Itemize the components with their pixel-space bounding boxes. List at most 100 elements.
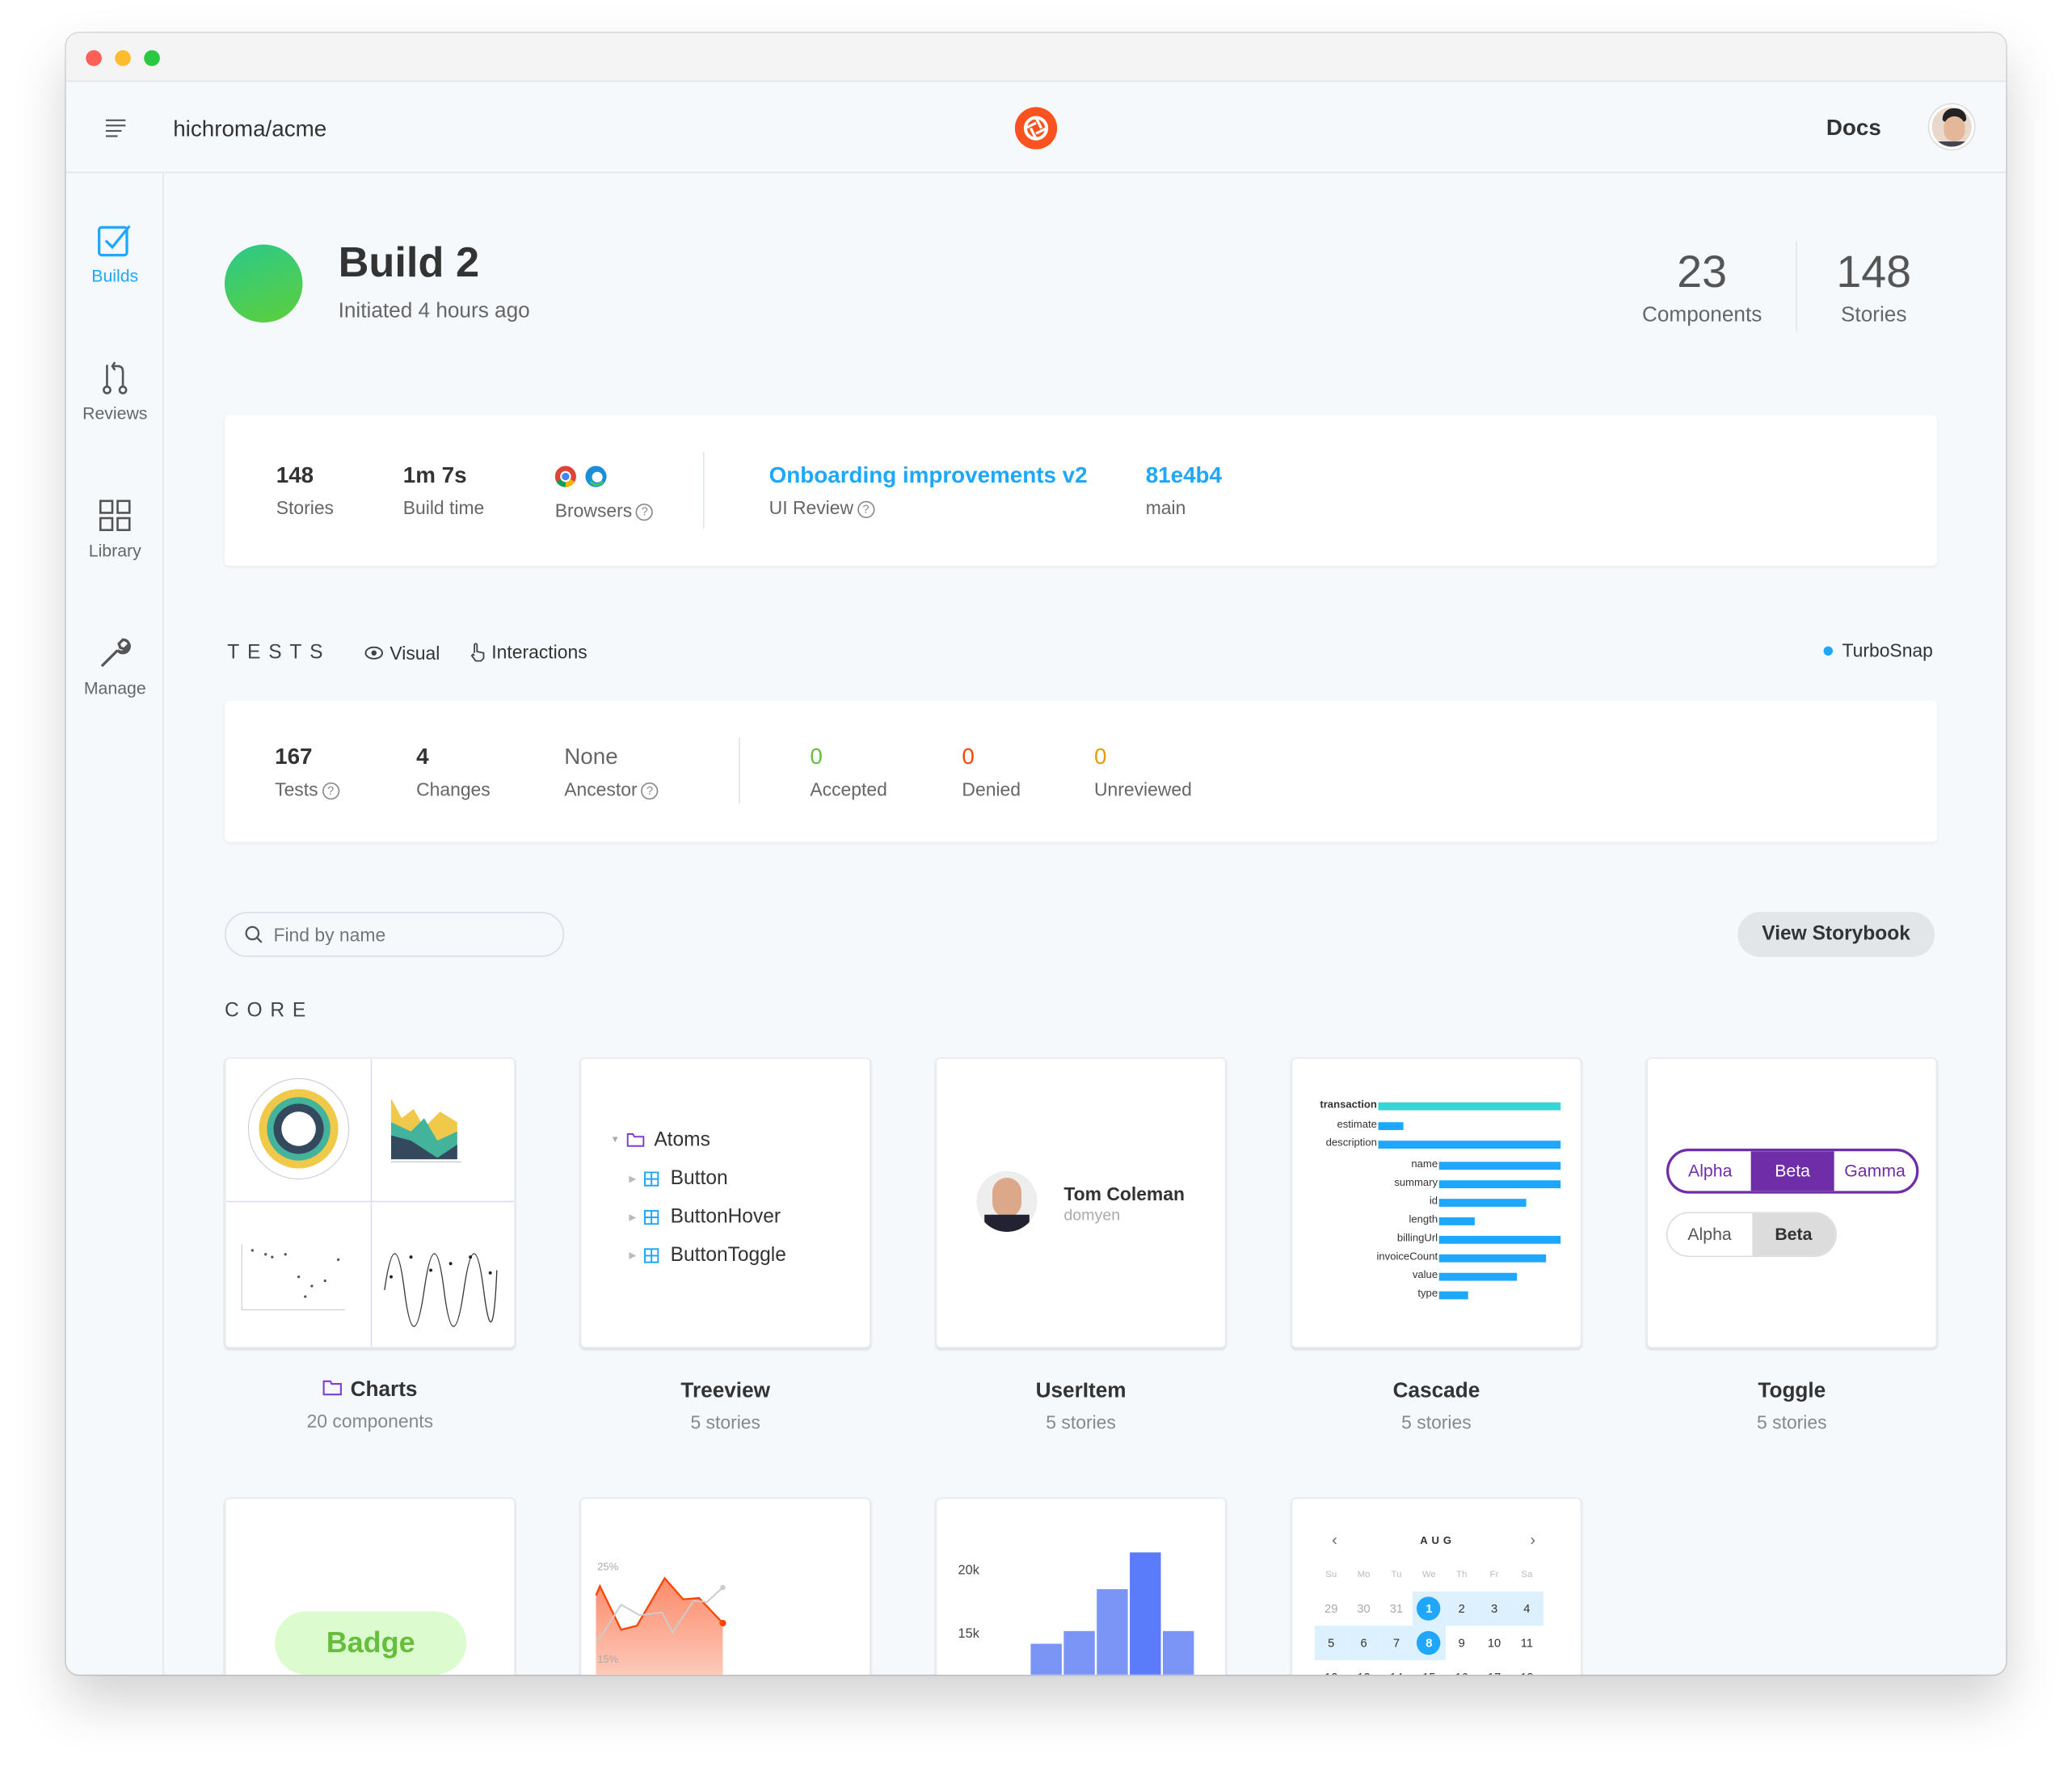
menu-icon[interactable] bbox=[105, 119, 127, 137]
divider bbox=[739, 737, 740, 804]
tree-item-buttontoggle[interactable]: ▶ ButtonToggle bbox=[610, 1236, 786, 1274]
sidebar-item-builds[interactable]: Builds bbox=[66, 223, 164, 285]
ui-review-link[interactable]: Onboarding improvements v2 bbox=[769, 462, 1088, 489]
user-name: Tom Coleman bbox=[1063, 1183, 1186, 1204]
badge: Badge bbox=[275, 1611, 467, 1675]
calendar-day[interactable]: 13 bbox=[1347, 1660, 1379, 1675]
calendar-day[interactable]: 9 bbox=[1446, 1626, 1478, 1660]
bar bbox=[1030, 1643, 1062, 1675]
branch-label: main bbox=[1145, 496, 1186, 518]
component-title[interactable]: Treeview bbox=[580, 1380, 871, 1403]
repo-name[interactable]: hichroma/acme bbox=[173, 116, 326, 143]
divider bbox=[1796, 242, 1797, 332]
component-caption: Charts 20 components bbox=[225, 1379, 516, 1432]
calendar-day[interactable]: 6 bbox=[1347, 1626, 1380, 1660]
toggle-option-alpha[interactable]: Alpha bbox=[1668, 1213, 1752, 1255]
browser-window: hichroma/acme Docs Builds Reviews Librar… bbox=[65, 32, 2007, 1675]
tree-item-atoms[interactable]: ▼ Atoms bbox=[610, 1121, 785, 1159]
build-time-label: Build time bbox=[402, 496, 485, 518]
component-card-badge[interactable]: Badge bbox=[224, 1497, 516, 1675]
component-subtitle: 5 stories bbox=[1401, 1411, 1472, 1433]
help-icon[interactable]: ? bbox=[322, 782, 339, 800]
component-title[interactable]: UserItem bbox=[936, 1380, 1227, 1403]
help-icon[interactable]: ? bbox=[857, 500, 875, 518]
calendar-day[interactable]: 2 bbox=[1445, 1591, 1478, 1626]
toggle-option-beta[interactable]: Beta bbox=[1751, 1213, 1836, 1256]
component-card-barchart[interactable]: 20k 15k bbox=[935, 1497, 1227, 1675]
calendar-day[interactable]: 10 bbox=[1478, 1626, 1510, 1660]
component-card-areachart[interactable]: 25% 15% bbox=[579, 1497, 871, 1675]
component-title[interactable]: Toggle bbox=[1646, 1380, 1937, 1403]
view-storybook-button[interactable]: View Storybook bbox=[1737, 912, 1935, 957]
maximize-window-button[interactable] bbox=[144, 50, 160, 66]
component-title[interactable]: Charts bbox=[351, 1379, 418, 1402]
component-card-toggle[interactable]: Alpha Beta Gamma Alpha Beta bbox=[1646, 1057, 1938, 1348]
day-label: 10 bbox=[1487, 1636, 1501, 1650]
weekday-label: Th bbox=[1455, 1569, 1468, 1579]
component-card-calendar[interactable]: ‹ AUG › Su Mo Tu We Th Fr Sa 29 30 31 1 2 3 4 5 6 7 8 9 10 1… bbox=[1291, 1497, 1582, 1675]
toggle-option-beta[interactable]: Beta bbox=[1751, 1151, 1834, 1191]
turbosnap-indicator[interactable]: TurboSnap bbox=[1823, 639, 1933, 661]
day-label: 18 bbox=[1520, 1671, 1533, 1675]
search-input[interactable] bbox=[224, 912, 565, 957]
calendar-day[interactable]: 17 bbox=[1478, 1660, 1510, 1675]
tree-item-label: Atoms bbox=[654, 1128, 710, 1152]
folder-icon bbox=[322, 1380, 343, 1396]
help-icon[interactable]: ? bbox=[641, 782, 659, 800]
grid-icon bbox=[99, 500, 131, 532]
toggle-option-alpha[interactable]: Alpha bbox=[1669, 1151, 1751, 1191]
cascade-label: estimate bbox=[1337, 1117, 1377, 1130]
component-icon bbox=[644, 1170, 659, 1186]
component-card-treeview[interactable]: ▼ Atoms ▶ Button ▶ ButtonHover ▶ ButtonToggl… bbox=[579, 1057, 871, 1348]
help-icon[interactable]: ? bbox=[636, 504, 654, 521]
calendar-day[interactable]: 1 bbox=[1413, 1591, 1446, 1626]
sidebar-item-manage[interactable]: Manage bbox=[66, 636, 164, 698]
calendar-day[interactable]: 30 bbox=[1347, 1592, 1379, 1626]
day-label: 11 bbox=[1520, 1636, 1534, 1650]
day-label: 12 bbox=[1324, 1671, 1337, 1675]
chromatic-logo-icon[interactable] bbox=[1014, 107, 1058, 150]
tree-item-buttonhover[interactable]: ▶ ButtonHover bbox=[610, 1197, 785, 1235]
sidebar-item-library[interactable]: Library bbox=[66, 498, 164, 560]
user-avatar[interactable] bbox=[1929, 104, 1974, 150]
calendar-day[interactable]: 14 bbox=[1380, 1660, 1413, 1675]
changes-label: Changes bbox=[416, 778, 491, 800]
sidebar-item-label: Library bbox=[88, 540, 141, 561]
next-month-icon[interactable]: › bbox=[1531, 1531, 1536, 1550]
calendar-day[interactable]: 18 bbox=[1510, 1660, 1543, 1675]
calendar-day[interactable]: 12 bbox=[1315, 1660, 1347, 1675]
calendar-day[interactable]: 11 bbox=[1510, 1626, 1543, 1660]
sidebar-item-reviews[interactable]: Reviews bbox=[66, 361, 164, 423]
calendar-day[interactable]: 29 bbox=[1315, 1592, 1347, 1626]
calendar-day[interactable]: 4 bbox=[1510, 1591, 1543, 1626]
tree-item-label: ButtonHover bbox=[670, 1205, 781, 1229]
calendar-day[interactable]: 8 bbox=[1413, 1626, 1446, 1660]
bar bbox=[1130, 1552, 1161, 1675]
calendar-day[interactable]: 15 bbox=[1413, 1660, 1445, 1675]
calendar-day[interactable]: 16 bbox=[1446, 1660, 1478, 1675]
calendar-day[interactable]: 7 bbox=[1379, 1626, 1413, 1660]
tree-item-button[interactable]: ▶ Button bbox=[610, 1159, 785, 1197]
interactions-tab[interactable]: Interactions bbox=[469, 641, 587, 662]
minimize-window-button[interactable] bbox=[115, 50, 131, 66]
docs-link[interactable]: Docs bbox=[1826, 115, 1881, 141]
visual-tab[interactable]: Visual bbox=[364, 643, 440, 664]
app-header: hichroma/acme Docs bbox=[65, 82, 2007, 174]
search-field[interactable] bbox=[273, 924, 538, 946]
toggle-option-gamma[interactable]: Gamma bbox=[1834, 1151, 1916, 1191]
calendar-day[interactable]: 31 bbox=[1380, 1592, 1413, 1626]
ancestor-value[interactable]: None bbox=[564, 744, 659, 771]
commit-link[interactable]: 81e4b4 bbox=[1146, 462, 1222, 489]
component-title[interactable]: Cascade bbox=[1291, 1380, 1582, 1403]
component-card-charts[interactable] bbox=[224, 1057, 516, 1348]
component-card-useritem[interactable]: Tom Coleman domyen bbox=[935, 1057, 1227, 1348]
calendar-day[interactable]: 5 bbox=[1315, 1626, 1348, 1660]
weekday-label: Sa bbox=[1521, 1569, 1533, 1579]
build-status-indicator bbox=[224, 244, 303, 323]
calendar-day[interactable]: 3 bbox=[1477, 1591, 1511, 1626]
sidebar-item-label: Manage bbox=[83, 677, 146, 698]
close-window-button[interactable] bbox=[86, 50, 102, 66]
component-card-cascade[interactable]: transaction estimate description name summar… bbox=[1291, 1057, 1582, 1348]
bar bbox=[1063, 1630, 1095, 1675]
day-label: 9 bbox=[1458, 1636, 1465, 1650]
